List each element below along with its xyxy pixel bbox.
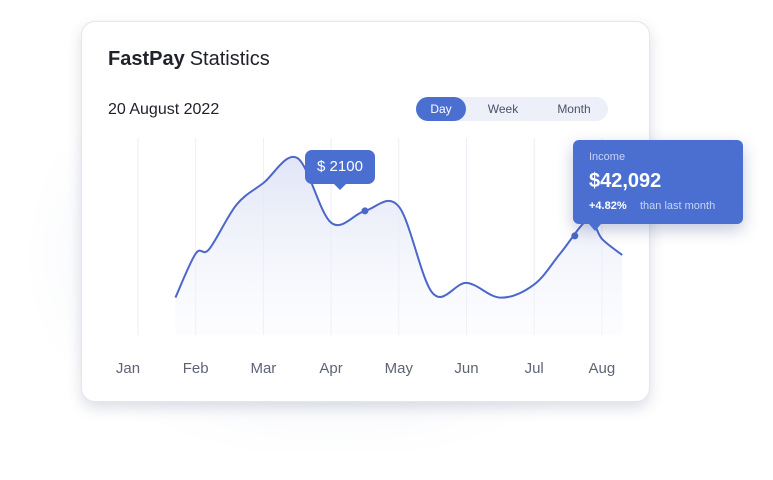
data-point-marker-2[interactable] [571,232,579,240]
x-tick-jun: Jun [454,360,478,377]
data-point-marker-1[interactable] [361,207,369,215]
x-tick-may: May [385,360,414,377]
x-tick-feb: Feb [183,360,209,377]
stage: FastPay Statistics 20 August 2022 Day Wee… [0,0,773,480]
x-axis-ticks: Jan Feb Mar Apr May Jun Jul Aug [116,360,615,377]
income-card: Income $42,092 +4.82% than last month [573,140,743,231]
x-tick-jan: Jan [116,360,140,377]
income-chart: Jan Feb Mar Apr May Jun Jul Aug [116,138,623,377]
x-tick-aug: Aug [589,360,616,377]
income-change: +4.82% [589,200,627,212]
income-comparison: than last month [640,200,716,212]
x-tick-mar: Mar [250,360,276,377]
x-tick-jul: Jul [525,360,544,377]
income-label: Income [589,151,626,163]
income-value: $42,092 [589,170,662,192]
x-tick-apr: Apr [319,360,342,377]
value-tooltip: $ 2100 [305,150,375,190]
